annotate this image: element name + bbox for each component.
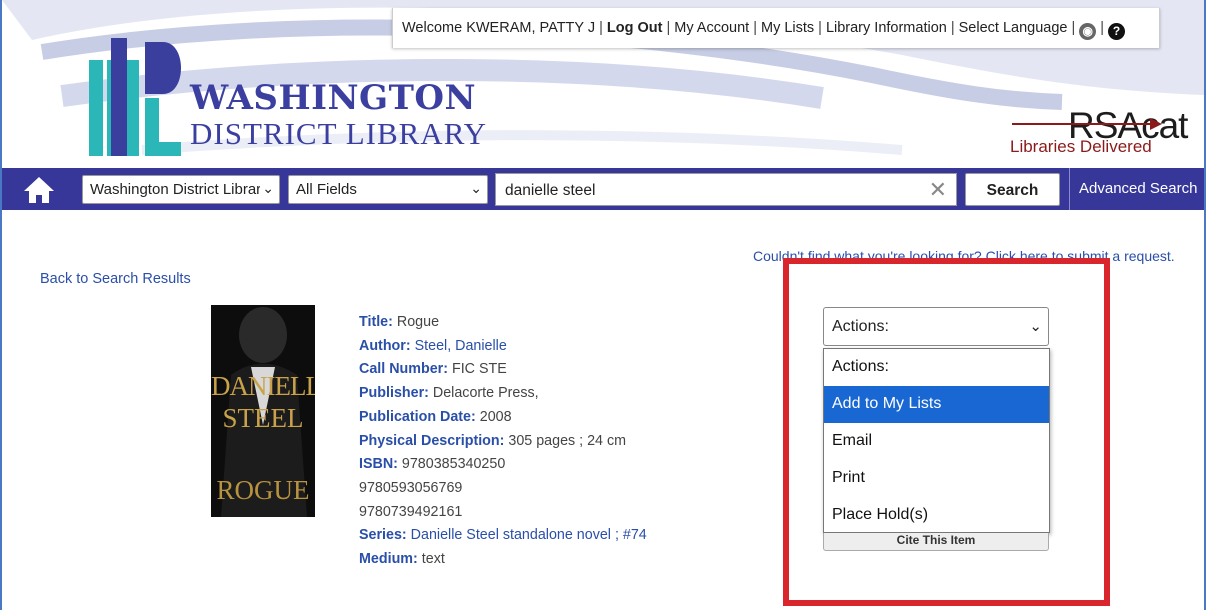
my-lists-link[interactable]: My Lists (761, 20, 814, 36)
search-button[interactable]: Search (965, 173, 1060, 206)
publisher-value: Delacorte Press, (432, 385, 539, 402)
library-info-link[interactable]: Library Information (826, 20, 947, 36)
physical-description-value: 305 pages ; 24 cm (508, 432, 627, 449)
isbn-value: 9780739492161 (359, 503, 463, 520)
book-cover[interactable]: DANIELLE STEEL ROGUE (211, 305, 315, 517)
library-title-line1: WASHINGTON (190, 78, 477, 118)
welcome-text: Welcome KWERAM, PATTY J (402, 20, 596, 36)
publication-date-value: 2008 (479, 408, 512, 425)
home-icon[interactable] (22, 175, 56, 205)
medium-value: text (421, 551, 445, 568)
clear-icon[interactable]: ✕ (929, 177, 947, 203)
select-language-link[interactable]: Select Language (959, 20, 1068, 36)
author-link[interactable]: Steel, Danielle (415, 338, 507, 354)
isbn-value: 9780385340250 (401, 456, 506, 473)
publication-date-row: Publication Date: 2008 (359, 408, 512, 425)
isbn-row: 9780739492161 (359, 501, 647, 525)
highlight-annotation-box (783, 258, 1110, 606)
cover-author-first: DANIELLE (211, 371, 315, 401)
logout-link[interactable]: Log Out (607, 20, 663, 36)
my-account-link[interactable]: My Account (674, 20, 749, 36)
cover-author-last: STEEL (222, 403, 304, 433)
back-to-results-link[interactable]: Back to Search Results (40, 271, 191, 287)
isbn-row: ISBN: 9780385340250 (359, 456, 506, 473)
search-bar: Washington District Library ⌄ All Fields… (2, 168, 1204, 210)
chevron-down-icon: ⌄ (260, 180, 274, 197)
search-input[interactable]: danielle steel ✕ (495, 173, 957, 206)
field-select[interactable]: All Fields ⌄ (288, 175, 488, 204)
physical-description-row: Physical Description: 305 pages ; 24 cm (359, 432, 627, 449)
call-number-value: FIC STE (451, 361, 507, 378)
chevron-down-icon: ⌄ (470, 180, 482, 196)
title-row: Title: Rogue (359, 314, 440, 330)
partner-tagline: Libraries Delivered (1010, 137, 1152, 156)
help-icon[interactable]: ? (1108, 23, 1126, 40)
advanced-search-link[interactable]: Advanced Search (1069, 168, 1197, 210)
medium-row: Medium: text (359, 551, 445, 568)
series-link[interactable]: Danielle Steel standalone novel ; #74 (411, 527, 647, 543)
library-select[interactable]: Washington District Library ⌄ (82, 175, 280, 204)
library-logo-icon[interactable] (89, 38, 189, 156)
series-row: Series: Danielle Steel standalone novel … (359, 527, 647, 544)
call-number-row: Call Number: FIC STE (359, 361, 507, 378)
arrow-icon (1012, 118, 1162, 130)
record-details: Title: Rogue Author: Steel, Danielle Cal… (359, 311, 647, 572)
cover-title: ROGUE (216, 475, 310, 505)
isbn-row: 9780593056769 (359, 477, 647, 501)
publisher-row: Publisher: Delacorte Press, (359, 385, 539, 402)
title-value: Rogue (396, 314, 440, 330)
globe-icon[interactable]: ◉ (1079, 23, 1097, 40)
user-bar: Welcome KWERAM, PATTY J | Log Out | My Accou… (392, 8, 1160, 48)
isbn-value: 9780593056769 (359, 479, 463, 496)
author-row: Author: Steel, Danielle (359, 337, 507, 354)
site-header: Welcome KWERAM, PATTY J | Log Out | My Accou… (2, 0, 1204, 178)
library-title-line2: DISTRICT LIBRARY (190, 116, 488, 151)
